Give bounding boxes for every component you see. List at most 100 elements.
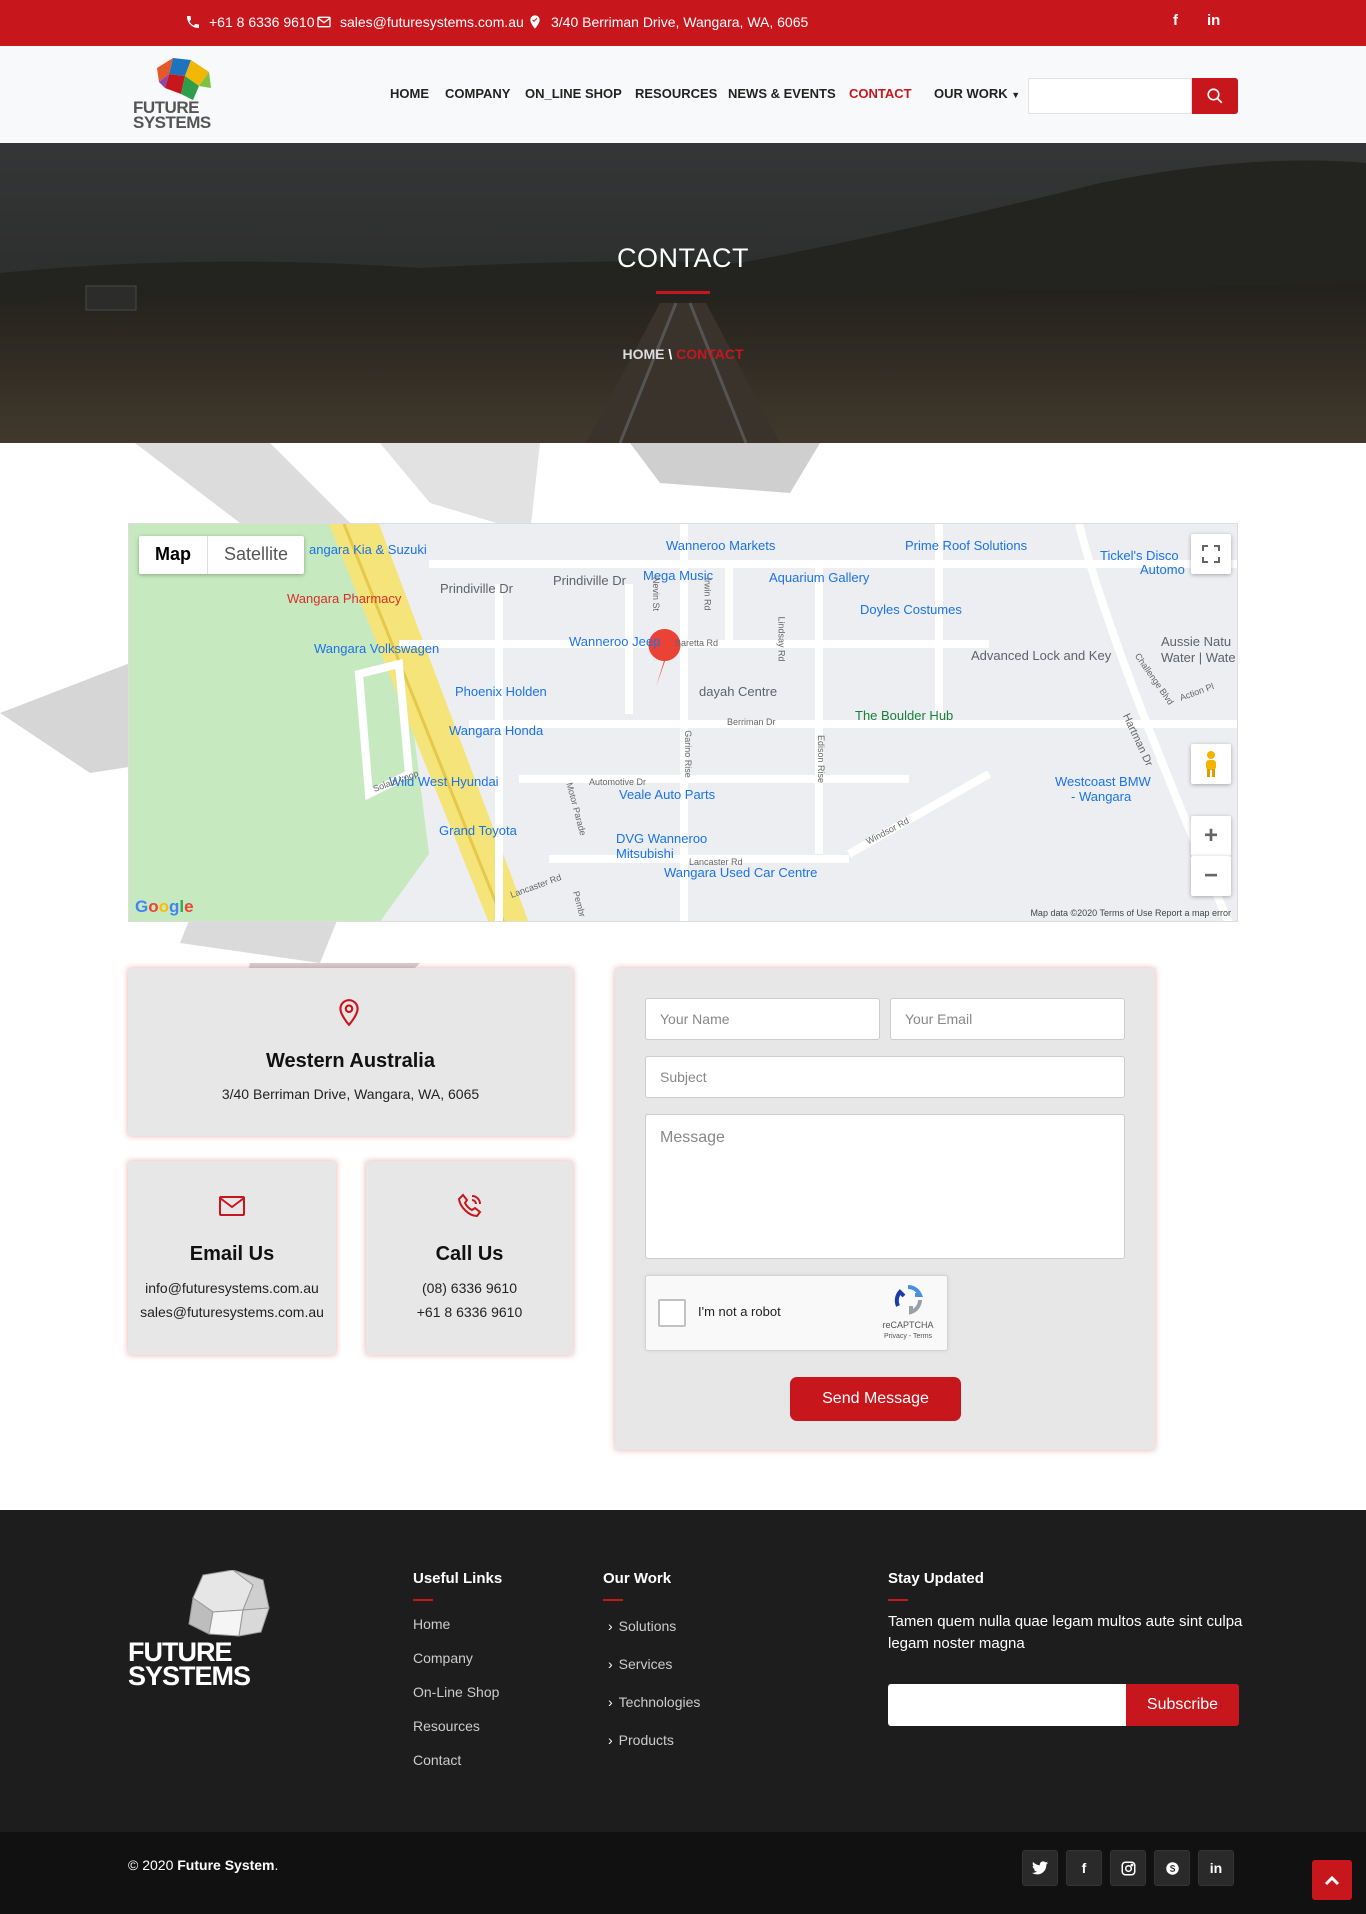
copyright-brand: Future System xyxy=(177,1857,275,1873)
back-to-top-button[interactable] xyxy=(1312,1860,1352,1900)
site-logo[interactable]: FUTURE SYSTEMS xyxy=(133,56,233,136)
minus-icon: − xyxy=(1203,862,1218,889)
facebook-icon[interactable]: f xyxy=(1173,12,1178,29)
map-poi[interactable]: angara Kia & Suzuki xyxy=(309,542,427,557)
map-poi[interactable]: The Boulder Hub xyxy=(855,708,953,723)
map-poi[interactable]: Mitsubishi xyxy=(616,846,674,861)
map-poi[interactable]: Wanneroo Jeep xyxy=(569,634,660,649)
search-input[interactable] xyxy=(1028,78,1192,114)
fullscreen-icon xyxy=(1202,545,1220,563)
nav-our-work[interactable]: OUR WORK ▼ xyxy=(934,86,1020,101)
nav-home[interactable]: HOME xyxy=(390,86,429,101)
chevron-right-icon: › xyxy=(608,1694,613,1710)
map-poi[interactable]: - Wangara xyxy=(1071,789,1131,804)
footer-link-resources[interactable]: Resources xyxy=(413,1718,480,1734)
phone-link[interactable]: (08) 6336 9610 xyxy=(366,1276,573,1300)
footer-link-products[interactable]: › Products xyxy=(608,1732,674,1748)
nav-contact[interactable]: CONTACT xyxy=(849,86,912,101)
map-poi[interactable]: Wangara Volkswagen xyxy=(314,641,439,656)
map-poi[interactable]: Aussie Natu xyxy=(1161,634,1231,649)
site-footer: FUTURE SYSTEMS Useful Links Home Company… xyxy=(0,1510,1366,1832)
phone-link[interactable]: +61 8 6336 9610 xyxy=(366,1300,573,1324)
map-type-satellite-button[interactable]: Satellite xyxy=(208,536,304,574)
map-poi[interactable]: Aquarium Gallery xyxy=(769,570,869,585)
instagram-button[interactable] xyxy=(1110,1850,1146,1886)
captcha-links[interactable]: Privacy - Terms xyxy=(876,1333,940,1340)
name-input[interactable]: Your Name xyxy=(645,998,880,1040)
captcha-brand: reCAPTCHA xyxy=(882,1320,934,1330)
linkedin-icon[interactable]: in xyxy=(1207,12,1220,29)
footer-link-home[interactable]: Home xyxy=(413,1616,450,1632)
card-title: Email Us xyxy=(189,1243,275,1265)
card-title: Western Australia xyxy=(266,1050,435,1072)
map-poi[interactable]: Westcoast BMW xyxy=(1055,774,1151,789)
skype-button[interactable] xyxy=(1154,1850,1190,1886)
footer-logo-line-2: SYSTEMS xyxy=(128,1661,251,1691)
map-poi[interactable]: Phoenix Holden xyxy=(455,684,547,699)
location-card: Western Australia 3/40 Berriman Drive, W… xyxy=(128,968,573,1136)
email-link[interactable]: sales@futuresystems.com.au xyxy=(128,1300,336,1324)
footer-link-solutions[interactable]: › Solutions xyxy=(608,1618,676,1634)
google-logo[interactable]: Google xyxy=(135,897,194,917)
map-poi[interactable]: Prime Roof Solutions xyxy=(905,538,1027,553)
top-email-text: sales@futuresystems.com.au xyxy=(340,14,524,30)
twitter-button[interactable] xyxy=(1022,1850,1058,1886)
footer-link-services[interactable]: › Services xyxy=(608,1656,672,1672)
breadcrumb-home[interactable]: HOME xyxy=(622,346,664,362)
map-poi[interactable]: Tickel's Disco xyxy=(1100,548,1179,563)
map-poi[interactable]: Wangara Pharmacy xyxy=(287,591,401,606)
top-email[interactable]: sales@futuresystems.com.au xyxy=(316,14,524,30)
footer-link-company[interactable]: Company xyxy=(413,1650,473,1666)
captcha-checkbox[interactable] xyxy=(658,1299,686,1327)
zoom-in-button[interactable]: + xyxy=(1191,816,1231,856)
map-poi[interactable]: Doyles Costumes xyxy=(860,602,962,617)
map-poi[interactable]: Automo xyxy=(1140,562,1185,577)
facebook-button[interactable]: f xyxy=(1066,1850,1102,1886)
logo-line-2: SYSTEMS xyxy=(133,113,211,132)
copyright: © 2020 Future System. xyxy=(128,1857,278,1873)
map-poi[interactable]: Wanneroo Markets xyxy=(666,538,775,553)
nav-our-work-label: OUR WORK xyxy=(934,86,1008,101)
logo-text: FUTURE SYSTEMS xyxy=(133,99,211,132)
map-poi[interactable]: Water | Wate xyxy=(1161,650,1236,665)
send-message-button[interactable]: Send Message xyxy=(790,1377,961,1421)
newsletter-email-input[interactable] xyxy=(888,1684,1126,1726)
nav-online-shop[interactable]: ON_LINE SHOP xyxy=(525,86,622,101)
map-poi[interactable]: DVG Wanneroo xyxy=(616,831,707,846)
subscribe-button[interactable]: Subscribe xyxy=(1126,1684,1239,1726)
footer-logo-text: FUTURE SYSTEMS xyxy=(128,1639,251,1691)
map-poi[interactable]: Veale Auto Parts xyxy=(619,787,715,802)
google-map[interactable]: Map Satellite angara Kia & Suzuki Wanner… xyxy=(128,523,1238,922)
linkedin-button[interactable]: in xyxy=(1198,1850,1234,1886)
footer-logo[interactable]: FUTURE SYSTEMS xyxy=(128,1570,278,1700)
footer-link-technologies[interactable]: › Technologies xyxy=(608,1694,700,1710)
zoom-out-button[interactable]: − xyxy=(1191,856,1231,896)
message-textarea[interactable]: Message xyxy=(645,1114,1125,1259)
map-poi[interactable]: Wangara Used Car Centre xyxy=(664,865,817,880)
facebook-icon: f xyxy=(1081,1860,1087,1876)
title-underline xyxy=(603,1599,623,1601)
skype-icon xyxy=(1165,1861,1179,1875)
nav-company[interactable]: COMPANY xyxy=(445,86,510,101)
nav-resources[interactable]: RESOURCES xyxy=(635,86,717,101)
fullscreen-button[interactable] xyxy=(1191,534,1231,574)
footer-link-online-shop[interactable]: On-Line Shop xyxy=(413,1684,499,1700)
map-poi[interactable]: Wangara Honda xyxy=(449,723,543,738)
map-type-map-button[interactable]: Map xyxy=(139,536,208,574)
search-button[interactable] xyxy=(1192,78,1238,114)
email-input[interactable]: Your Email xyxy=(890,998,1125,1040)
nav-news-events[interactable]: NEWS & EVENTS xyxy=(728,86,836,101)
top-phone[interactable]: +61 8 6336 9610 xyxy=(185,14,315,30)
map-poi[interactable]: dayah Centre xyxy=(699,684,777,699)
map-poi[interactable]: Advanced Lock and Key xyxy=(971,648,1111,663)
footer-link-contact[interactable]: Contact xyxy=(413,1752,461,1768)
street-view-pegman[interactable] xyxy=(1191,744,1231,784)
subject-input[interactable]: Subject xyxy=(645,1056,1125,1098)
location-pin-icon xyxy=(339,999,359,1027)
logo-mark-icon xyxy=(188,1570,270,1637)
map-poi[interactable]: Grand Toyota xyxy=(439,823,517,838)
email-link[interactable]: info@futuresystems.com.au xyxy=(128,1276,336,1300)
map-attribution[interactable]: Map data ©2020 Terms of Use Report a map… xyxy=(1030,908,1231,918)
phone-ring-icon xyxy=(457,1193,482,1218)
page-title: CONTACT xyxy=(617,243,749,273)
